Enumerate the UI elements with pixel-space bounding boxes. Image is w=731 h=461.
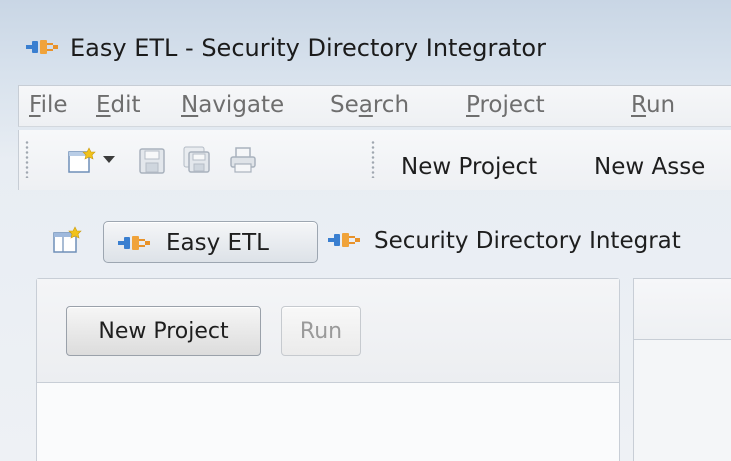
- menu-edit-rest: dit: [110, 92, 141, 118]
- main-toolbar: New Project New Asse: [18, 130, 731, 190]
- menu-run-rest: un: [645, 92, 676, 118]
- perspective-bar: Easy ETL Security Directory Integrat: [18, 215, 731, 267]
- right-panel-header: [634, 279, 731, 340]
- plug-connector-icon: [118, 236, 150, 250]
- run-button[interactable]: Run: [281, 306, 361, 356]
- perspective-easy-etl[interactable]: Easy ETL: [103, 221, 318, 263]
- left-view-panel: New Project Run: [36, 278, 620, 461]
- menu-file-rest: ile: [40, 92, 68, 118]
- menu-run[interactable]: Run: [631, 92, 675, 118]
- title-bar: Easy ETL - Security Directory Integrator: [0, 12, 731, 76]
- new-wizard-icon[interactable]: [67, 146, 97, 174]
- new-project-button[interactable]: New Project: [66, 306, 261, 356]
- menu-project-mnemonic: P: [466, 92, 480, 118]
- menu-project[interactable]: Project: [466, 92, 545, 118]
- menu-navigate[interactable]: Navigate: [181, 92, 284, 118]
- print-icon[interactable]: [229, 146, 257, 174]
- perspective-easy-etl-label: Easy ETL: [166, 230, 269, 256]
- menu-edit-mnemonic: E: [96, 92, 111, 118]
- window-title: Easy ETL - Security Directory Integrator: [70, 34, 546, 62]
- menu-search-mnemonic: a: [358, 92, 373, 118]
- menu-search-pre: Se: [330, 92, 359, 118]
- menu-run-mnemonic: R: [631, 92, 646, 118]
- new-assembly-toolbar-button[interactable]: New Asse: [594, 154, 705, 180]
- menu-bar: File Edit Navigate Search Project Run: [18, 85, 731, 127]
- right-editor-panel: [633, 278, 731, 461]
- save-all-icon[interactable]: [183, 146, 211, 174]
- plug-connector-icon: [328, 233, 360, 247]
- eclipse-window: Easy ETL - Security Directory Integrator…: [0, 0, 731, 461]
- perspective-sdi-label: Security Directory Integrat: [374, 228, 681, 254]
- menu-navigate-mnemonic: N: [181, 92, 199, 118]
- toolbar-grip-2[interactable]: [371, 140, 375, 178]
- new-project-toolbar-button[interactable]: New Project: [401, 154, 537, 180]
- save-icon[interactable]: [139, 148, 165, 174]
- plug-connector-icon: [26, 40, 58, 54]
- menu-edit[interactable]: Edit: [96, 92, 141, 118]
- menu-navigate-rest: avigate: [198, 92, 285, 118]
- menu-file[interactable]: File: [29, 92, 68, 118]
- open-perspective-icon[interactable]: [52, 225, 82, 255]
- menu-search[interactable]: Search: [330, 92, 409, 118]
- menu-search-rest: rch: [372, 92, 410, 118]
- panel-button-bar: New Project Run: [37, 279, 619, 383]
- menu-file-mnemonic: F: [29, 92, 41, 118]
- toolbar-grip[interactable]: [25, 140, 29, 178]
- menu-project-rest: roject: [479, 92, 545, 118]
- dropdown-arrow-icon[interactable]: [103, 156, 115, 164]
